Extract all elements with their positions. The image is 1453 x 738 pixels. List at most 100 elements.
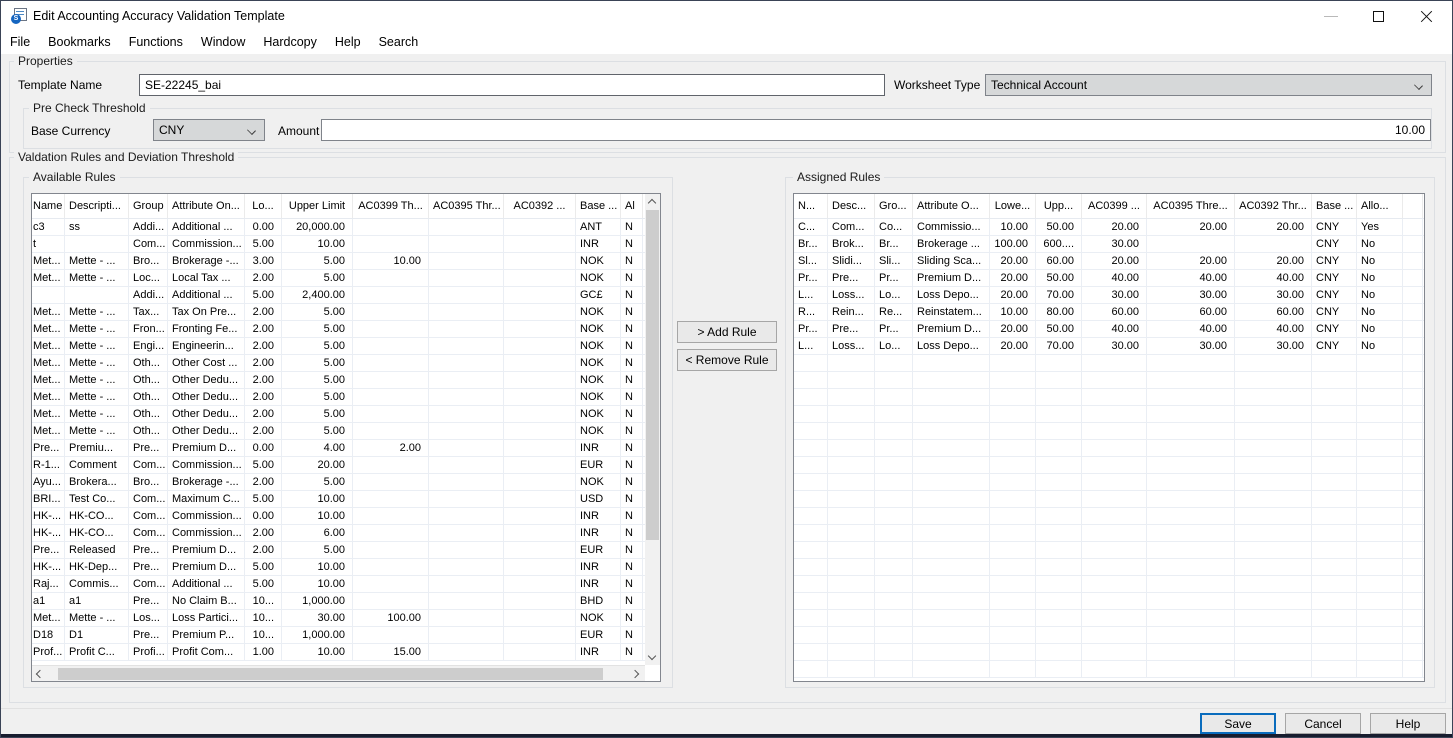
worksheet-type-select[interactable]: Technical Account (985, 74, 1432, 96)
table-row[interactable]: Met...Mette - ...Oth...Other Cost ...2.0… (32, 355, 660, 372)
column-header[interactable]: N... (794, 194, 828, 218)
table-row[interactable]: Met...Mette - ...Oth...Other Dedu...2.00… (32, 406, 660, 423)
scroll-up-icon[interactable] (645, 194, 660, 209)
save-button[interactable]: Save (1200, 713, 1276, 734)
table-row[interactable]: L...Loss...Lo...Loss Depo...20.0070.0030… (794, 287, 1424, 304)
column-header[interactable]: Desc... (828, 194, 875, 218)
table-row[interactable]: D18D1Pre...Premium P...10...1,000.00EURN (32, 627, 660, 644)
column-header[interactable]: Descripti... (65, 194, 129, 218)
template-name-input[interactable] (139, 74, 885, 96)
table-row[interactable]: Prof...Profit C...Profi...Profit Com...1… (32, 644, 660, 661)
table-cell (1082, 559, 1147, 575)
maximize-button[interactable] (1356, 1, 1401, 31)
table-cell (1403, 338, 1423, 354)
table-row[interactable]: Met...Mette - ...Bro...Brokerage -...3.0… (32, 253, 660, 270)
table-cell (429, 372, 504, 388)
table-row[interactable]: HK-...HK-CO...Com...Commission...2.006.0… (32, 525, 660, 542)
column-header[interactable]: Attribute O... (913, 194, 990, 218)
table-row[interactable]: Met...Mette - ...Loc...Local Tax ...2.00… (32, 270, 660, 287)
table-row[interactable]: C...Com...Co...Commissio...10.0050.0020.… (794, 219, 1424, 236)
column-header[interactable]: Name (32, 194, 65, 218)
minimize-button[interactable] (1309, 1, 1354, 31)
table-row[interactable]: a1a1Pre...No Claim B...10...1,000.00BHDN (32, 593, 660, 610)
table-cell (1357, 627, 1403, 643)
table-row[interactable]: Met...Mette - ...Oth...Other Dedu...2.00… (32, 389, 660, 406)
menu-item-hardcopy[interactable]: Hardcopy (254, 31, 326, 54)
table-cell: 30.00 (282, 610, 353, 626)
table-cell (875, 525, 913, 541)
close-button[interactable] (1403, 1, 1448, 31)
table-row[interactable]: Addi...Additional ...5.002,400.00GC£N (32, 287, 660, 304)
table-row[interactable]: Br...Brok...Br...Brokerage ...100.00600.… (794, 236, 1424, 253)
table-cell: 5.00 (282, 270, 353, 286)
table-cell (1082, 610, 1147, 626)
table-row[interactable]: Met...Mette - ...Fron...Fronting Fe...2.… (32, 321, 660, 338)
column-header[interactable] (1403, 194, 1423, 218)
column-header[interactable]: Upp... (1036, 194, 1082, 218)
table-row[interactable]: Sl...Slidi...Sli...Sliding Sca...20.0060… (794, 253, 1424, 270)
table-row[interactable]: Raj...Commis...Com...Additional ...5.001… (32, 576, 660, 593)
scrollbar-thumb[interactable] (646, 210, 659, 540)
scrollbar-thumb[interactable] (58, 668, 603, 680)
column-header[interactable]: AC0395 Thre... (1147, 194, 1235, 218)
column-header[interactable]: Al (621, 194, 643, 218)
table-row[interactable]: HK-...HK-Dep...Pre...Premium D...5.0010.… (32, 559, 660, 576)
table-row[interactable]: R...Rein...Re...Reinstatem...10.0080.006… (794, 304, 1424, 321)
menu-item-help[interactable]: Help (326, 31, 370, 54)
table-cell (1036, 610, 1082, 626)
column-header[interactable]: AC0399 ... (1082, 194, 1147, 218)
column-header[interactable]: AC0395 Thr... (429, 194, 504, 218)
column-header[interactable]: Base ... (1312, 194, 1357, 218)
column-header[interactable]: AC0392 Thr... (1235, 194, 1312, 218)
base-currency-select[interactable]: CNY (153, 119, 265, 141)
cancel-button[interactable]: Cancel (1285, 713, 1361, 734)
table-row[interactable]: HK-...HK-CO...Com...Commission...0.0010.… (32, 508, 660, 525)
table-row[interactable]: tCom...Commission...5.0010.00INRN (32, 236, 660, 253)
column-header[interactable]: Base ... (576, 194, 621, 218)
table-row[interactable]: BRI...Test Co...Com...Maximum C...5.0010… (32, 491, 660, 508)
help-button[interactable]: Help (1370, 713, 1446, 734)
menu-item-window[interactable]: Window (192, 31, 254, 54)
column-header[interactable]: Gro... (875, 194, 913, 218)
available-vertical-scrollbar[interactable] (645, 194, 660, 665)
amount-input[interactable] (321, 119, 1431, 141)
column-header[interactable]: Allo... (1357, 194, 1403, 218)
menu-item-file[interactable]: File (1, 31, 39, 54)
table-row[interactable]: Pre...Premiu...Pre...Premium D...0.004.0… (32, 440, 660, 457)
table-row[interactable]: Met...Mette - ...Oth...Other Dedu...2.00… (32, 423, 660, 440)
table-row[interactable]: L...Loss...Lo...Loss Depo...20.0070.0030… (794, 338, 1424, 355)
table-cell: 10.00 (990, 304, 1036, 320)
scroll-down-icon[interactable] (645, 650, 660, 665)
table-cell (429, 457, 504, 473)
table-cell: 1,000.00 (282, 627, 353, 643)
table-row[interactable]: Met...Mette - ...Oth...Other Dedu...2.00… (32, 372, 660, 389)
column-header[interactable]: Attribute On... (168, 194, 245, 218)
column-header[interactable]: Group (129, 194, 168, 218)
table-cell: 40.00 (1235, 270, 1312, 286)
table-row[interactable]: c3ssAddi...Additional ...0.0020,000.00AN… (32, 219, 660, 236)
add-rule-button[interactable]: > Add Rule (677, 321, 777, 343)
table-row[interactable]: Met...Mette - ...Los...Loss Partici...10… (32, 610, 660, 627)
column-header[interactable]: Lowe... (990, 194, 1036, 218)
column-header[interactable]: AC0399 Th... (353, 194, 429, 218)
menu-item-functions[interactable]: Functions (120, 31, 192, 54)
available-rules-table[interactable]: NameDescripti...GroupAttribute On...Lo..… (31, 193, 661, 682)
table-row[interactable]: Pr...Pre...Pr...Premium D...20.0050.0040… (794, 270, 1424, 287)
table-row[interactable]: Ayu...Brokera...Bro...Brokerage -...2.00… (32, 474, 660, 491)
table-row[interactable]: Pr...Pre...Pr...Premium D...20.0050.0040… (794, 321, 1424, 338)
column-header[interactable]: Upper Limit (282, 194, 353, 218)
assigned-rules-table[interactable]: N...Desc...Gro...Attribute O...Lowe...Up… (793, 193, 1425, 682)
remove-rule-button[interactable]: < Remove Rule (677, 349, 777, 371)
menu-item-bookmarks[interactable]: Bookmarks (39, 31, 120, 54)
table-row[interactable]: Pre...ReleasedPre...Premium D...2.005.00… (32, 542, 660, 559)
scroll-right-icon[interactable] (630, 667, 645, 682)
available-horizontal-scrollbar[interactable] (32, 665, 645, 681)
column-header[interactable]: Lo... (245, 194, 282, 218)
menu-item-search[interactable]: Search (370, 31, 428, 54)
column-header[interactable]: AC0392 ... (504, 194, 576, 218)
table-cell (1147, 491, 1235, 507)
table-row[interactable]: Met...Mette - ...Tax...Tax On Pre...2.00… (32, 304, 660, 321)
table-row[interactable]: R-1...CommentCom...Commission...5.0020.0… (32, 457, 660, 474)
scroll-left-icon[interactable] (32, 667, 47, 682)
table-row[interactable]: Met...Mette - ...Engi...Engineerin...2.0… (32, 338, 660, 355)
